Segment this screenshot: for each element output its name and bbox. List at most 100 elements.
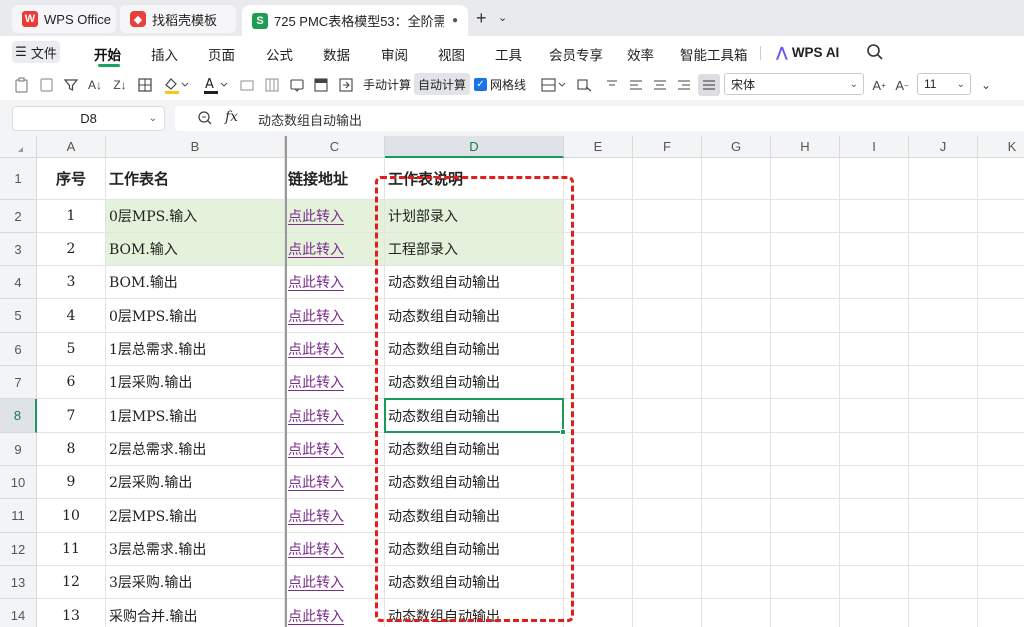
empty-cell[interactable] bbox=[909, 533, 978, 566]
empty-cell[interactable] bbox=[564, 200, 633, 233]
empty-cell[interactable] bbox=[564, 299, 633, 333]
empty-cell[interactable] bbox=[978, 533, 1024, 566]
sheet-name-cell[interactable]: 采购合并.输出 bbox=[106, 599, 285, 627]
empty-cell[interactable] bbox=[909, 299, 978, 333]
filter-icon[interactable] bbox=[62, 75, 80, 95]
index-cell[interactable]: 8 bbox=[37, 433, 106, 466]
empty-cell[interactable] bbox=[702, 233, 771, 266]
jump-link[interactable]: 点此转入 bbox=[285, 200, 385, 233]
justify-icon[interactable] bbox=[698, 74, 720, 96]
sort-descending-icon[interactable]: Z↓ bbox=[110, 75, 130, 95]
empty-cell[interactable] bbox=[771, 599, 840, 627]
row-header-11[interactable]: 11 bbox=[0, 499, 37, 533]
empty-cell[interactable] bbox=[978, 433, 1024, 466]
row-header-7[interactable]: 7 bbox=[0, 366, 37, 399]
menu-review[interactable]: 审阅 bbox=[381, 44, 408, 64]
empty-cell[interactable] bbox=[633, 158, 702, 200]
fx-icon[interactable]: fx bbox=[225, 109, 238, 125]
empty-cell[interactable] bbox=[771, 399, 840, 433]
empty-cell[interactable] bbox=[909, 333, 978, 366]
empty-cell[interactable] bbox=[633, 533, 702, 566]
empty-cell[interactable] bbox=[978, 158, 1024, 200]
empty-cell[interactable] bbox=[909, 566, 978, 599]
empty-cell[interactable] bbox=[840, 299, 909, 333]
empty-cell[interactable] bbox=[771, 333, 840, 366]
header-cell-d[interactable]: 工作表说明 bbox=[385, 158, 564, 200]
empty-cell[interactable] bbox=[771, 566, 840, 599]
index-cell[interactable]: 2 bbox=[37, 233, 106, 266]
row-header-3[interactable]: 3 bbox=[0, 233, 37, 266]
empty-cell[interactable] bbox=[702, 466, 771, 499]
empty-cell[interactable] bbox=[702, 499, 771, 533]
sheet-name-cell[interactable]: 2层MPS.输出 bbox=[106, 499, 285, 533]
empty-cell[interactable] bbox=[909, 158, 978, 200]
wps-ai-button[interactable]: ⋀ WPS AI bbox=[776, 44, 839, 61]
tab-wps-office[interactable]: W WPS Office bbox=[12, 5, 116, 33]
row-header-13[interactable]: 13 bbox=[0, 566, 37, 599]
sort-ascending-icon[interactable]: A↓ bbox=[85, 75, 105, 95]
sheet-name-cell[interactable]: 2层采购.输出 bbox=[106, 466, 285, 499]
empty-cell[interactable] bbox=[771, 499, 840, 533]
empty-cell[interactable] bbox=[840, 266, 909, 299]
menu-efficiency[interactable]: 效率 bbox=[627, 44, 654, 64]
empty-cell[interactable] bbox=[564, 433, 633, 466]
index-cell[interactable]: 7 bbox=[37, 399, 106, 433]
sheet-description-cell[interactable]: 动态数组自动输出 bbox=[385, 533, 564, 566]
sheet-name-cell[interactable]: BOM.输入 bbox=[106, 233, 285, 266]
name-box[interactable]: D8 ⌄ bbox=[12, 106, 165, 131]
jump-link[interactable]: 点此转入 bbox=[285, 233, 385, 266]
tab-current-workbook[interactable]: S 725 PMC表格模型53：全阶需求 ● bbox=[242, 5, 468, 36]
column-header-f[interactable]: F bbox=[633, 136, 702, 158]
index-cell[interactable]: 10 bbox=[37, 499, 106, 533]
empty-cell[interactable] bbox=[702, 599, 771, 627]
select-all-corner[interactable] bbox=[0, 136, 37, 158]
sheet-name-cell[interactable]: 1层MPS.输出 bbox=[106, 399, 285, 433]
index-cell[interactable]: 13 bbox=[37, 599, 106, 627]
format-painter-icon[interactable] bbox=[37, 75, 55, 95]
sheet-description-cell[interactable]: 动态数组自动输出 bbox=[385, 566, 564, 599]
empty-cell[interactable] bbox=[771, 433, 840, 466]
sheet-description-cell[interactable]: 动态数组自动输出 bbox=[385, 466, 564, 499]
header-cell-b[interactable]: 工作表名 bbox=[106, 158, 285, 200]
sheet-description-cell[interactable]: 工程部录入 bbox=[385, 233, 564, 266]
sheet-description-cell[interactable]: 动态数组自动输出 bbox=[385, 499, 564, 533]
sheet-description-cell[interactable]: 计划部录入 bbox=[385, 200, 564, 233]
menu-data[interactable]: 数据 bbox=[323, 44, 350, 64]
index-cell[interactable]: 5 bbox=[37, 333, 106, 366]
align-left-icon[interactable] bbox=[627, 75, 645, 95]
menu-view[interactable]: 视图 bbox=[438, 44, 465, 64]
index-cell[interactable]: 1 bbox=[37, 200, 106, 233]
empty-cell[interactable] bbox=[564, 233, 633, 266]
row-header-4[interactable]: 4 bbox=[0, 266, 37, 299]
column-header-d[interactable]: D bbox=[385, 136, 564, 158]
jump-link[interactable]: 点此转入 bbox=[285, 399, 385, 433]
row-header-6[interactable]: 6 bbox=[0, 333, 37, 366]
empty-cell[interactable] bbox=[633, 499, 702, 533]
empty-cell[interactable] bbox=[564, 366, 633, 399]
empty-cell[interactable] bbox=[909, 499, 978, 533]
tab-docer-templates[interactable]: ◆ 找稻壳模板 bbox=[120, 5, 236, 33]
empty-cell[interactable] bbox=[633, 299, 702, 333]
jump-link[interactable]: 点此转入 bbox=[285, 499, 385, 533]
empty-cell[interactable] bbox=[702, 533, 771, 566]
jump-link[interactable]: 点此转入 bbox=[285, 333, 385, 366]
jump-link[interactable]: 点此转入 bbox=[285, 466, 385, 499]
empty-cell[interactable] bbox=[978, 233, 1024, 266]
empty-cell[interactable] bbox=[771, 200, 840, 233]
empty-cell[interactable] bbox=[771, 158, 840, 200]
empty-cell[interactable] bbox=[633, 233, 702, 266]
align-top-icon[interactable] bbox=[603, 75, 621, 95]
empty-cell[interactable] bbox=[840, 433, 909, 466]
empty-cell[interactable] bbox=[840, 499, 909, 533]
menu-insert[interactable]: 插入 bbox=[151, 44, 178, 64]
sheet-description-cell[interactable]: 动态数组自动输出 bbox=[385, 433, 564, 466]
clear-format-icon[interactable] bbox=[238, 75, 256, 95]
empty-cell[interactable] bbox=[633, 433, 702, 466]
row-header-2[interactable]: 2 bbox=[0, 200, 37, 233]
empty-cell[interactable] bbox=[840, 333, 909, 366]
empty-cell[interactable] bbox=[564, 599, 633, 627]
empty-cell[interactable] bbox=[702, 399, 771, 433]
row-header-14[interactable]: 14 bbox=[0, 599, 37, 627]
empty-cell[interactable] bbox=[633, 466, 702, 499]
menu-smart-toolbox[interactable]: 智能工具箱 bbox=[680, 44, 748, 64]
